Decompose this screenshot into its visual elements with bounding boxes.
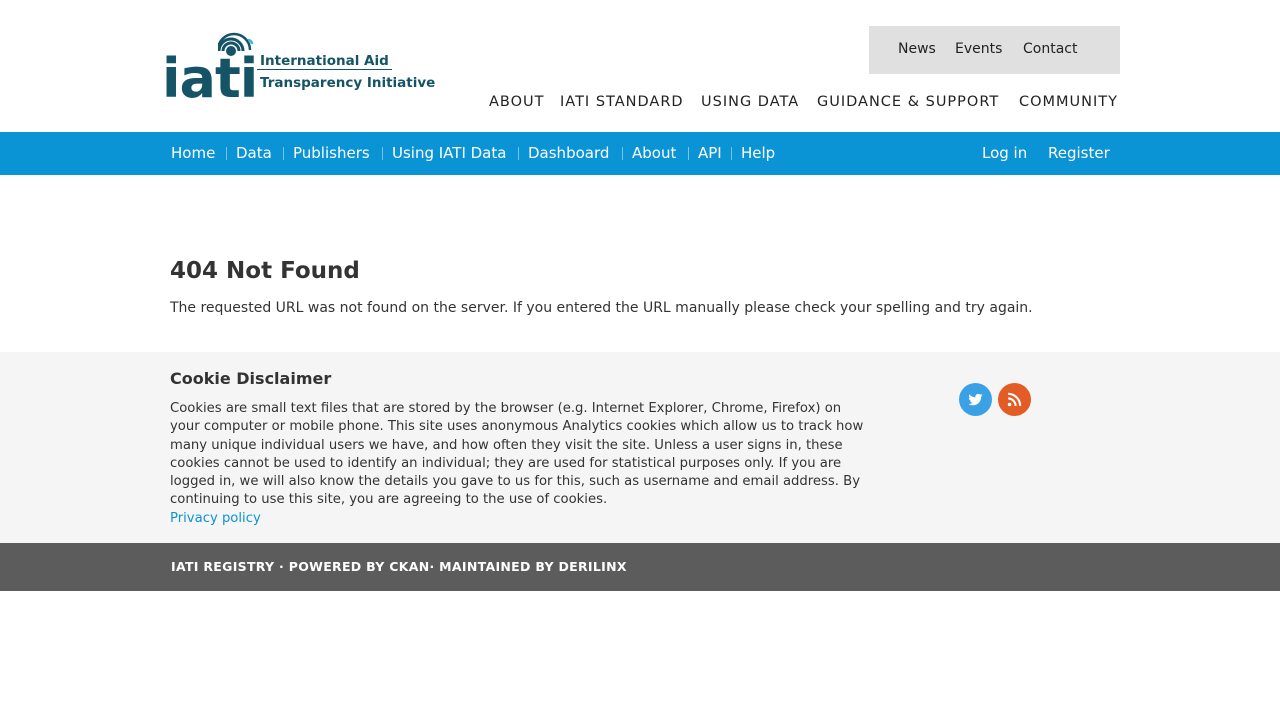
logo-tagline-line1: International Aid bbox=[257, 52, 392, 70]
login-link[interactable]: Log in bbox=[982, 143, 1027, 163]
twitter-button[interactable] bbox=[959, 383, 992, 416]
nav-publishers[interactable]: Publishers bbox=[293, 143, 370, 163]
site-footer: Cookie Disclaimer Cookies are small text… bbox=[0, 352, 1280, 543]
nav-separator bbox=[226, 147, 227, 160]
main-nav-guidance-support[interactable]: GUIDANCE & SUPPORT bbox=[817, 92, 999, 112]
utility-link-events[interactable]: Events bbox=[953, 39, 1004, 59]
nav-help[interactable]: Help bbox=[741, 143, 775, 163]
main-nav-using-data[interactable]: USING DATA bbox=[701, 92, 799, 112]
nav-separator bbox=[688, 147, 689, 160]
nav-about[interactable]: About bbox=[632, 143, 676, 163]
utility-bar: News Events Contact bbox=[869, 26, 1120, 74]
registry-nav: Home Data Publishers Using IATI Data Das… bbox=[0, 132, 1280, 175]
logo-wordmark: iati bbox=[162, 47, 258, 110]
utility-link-contact[interactable]: Contact bbox=[1021, 39, 1079, 59]
bottom-bar: IATI REGISTRY · POWERED BY CKAN· MAINTAI… bbox=[0, 543, 1280, 591]
nav-dashboard[interactable]: Dashboard bbox=[528, 143, 609, 163]
nav-separator bbox=[283, 147, 284, 160]
utility-link-news[interactable]: News bbox=[896, 39, 938, 59]
page-title: 404 Not Found bbox=[170, 258, 360, 284]
twitter-icon bbox=[968, 393, 983, 406]
rss-button[interactable] bbox=[998, 383, 1031, 416]
privacy-policy-link[interactable]: Privacy policy bbox=[170, 510, 261, 528]
skip-to-content-link[interactable] bbox=[94, 192, 133, 212]
cookie-disclaimer-title: Cookie Disclaimer bbox=[170, 369, 332, 388]
cookie-disclaimer-text: Cookies are small text files that are st… bbox=[170, 401, 864, 508]
error-message: The requested URL was not found on the s… bbox=[170, 300, 1033, 316]
nav-separator bbox=[382, 147, 383, 160]
nav-data[interactable]: Data bbox=[236, 143, 272, 163]
rss-icon bbox=[1007, 392, 1022, 407]
nav-separator bbox=[622, 147, 623, 160]
register-link[interactable]: Register bbox=[1048, 143, 1110, 163]
nav-separator bbox=[518, 147, 519, 160]
nav-separator bbox=[731, 147, 732, 160]
main-nav-community[interactable]: COMMUNITY bbox=[1019, 92, 1118, 112]
main-nav-iati-standard[interactable]: IATI STANDARD bbox=[560, 92, 684, 112]
logo-tagline-line2: Transparency Initiative bbox=[260, 75, 436, 91]
main-nav-about[interactable]: ABOUT bbox=[489, 92, 545, 112]
nav-home[interactable]: Home bbox=[171, 143, 215, 163]
powered-by-text[interactable]: IATI REGISTRY · POWERED BY CKAN· MAINTAI… bbox=[171, 559, 627, 575]
iati-logo[interactable]: iati International Aid Transparency Init… bbox=[160, 24, 440, 109]
nav-using-iati-data[interactable]: Using IATI Data bbox=[392, 143, 506, 163]
nav-api[interactable]: API bbox=[698, 143, 722, 163]
site-header: iati International Aid Transparency Init… bbox=[0, 0, 1280, 132]
